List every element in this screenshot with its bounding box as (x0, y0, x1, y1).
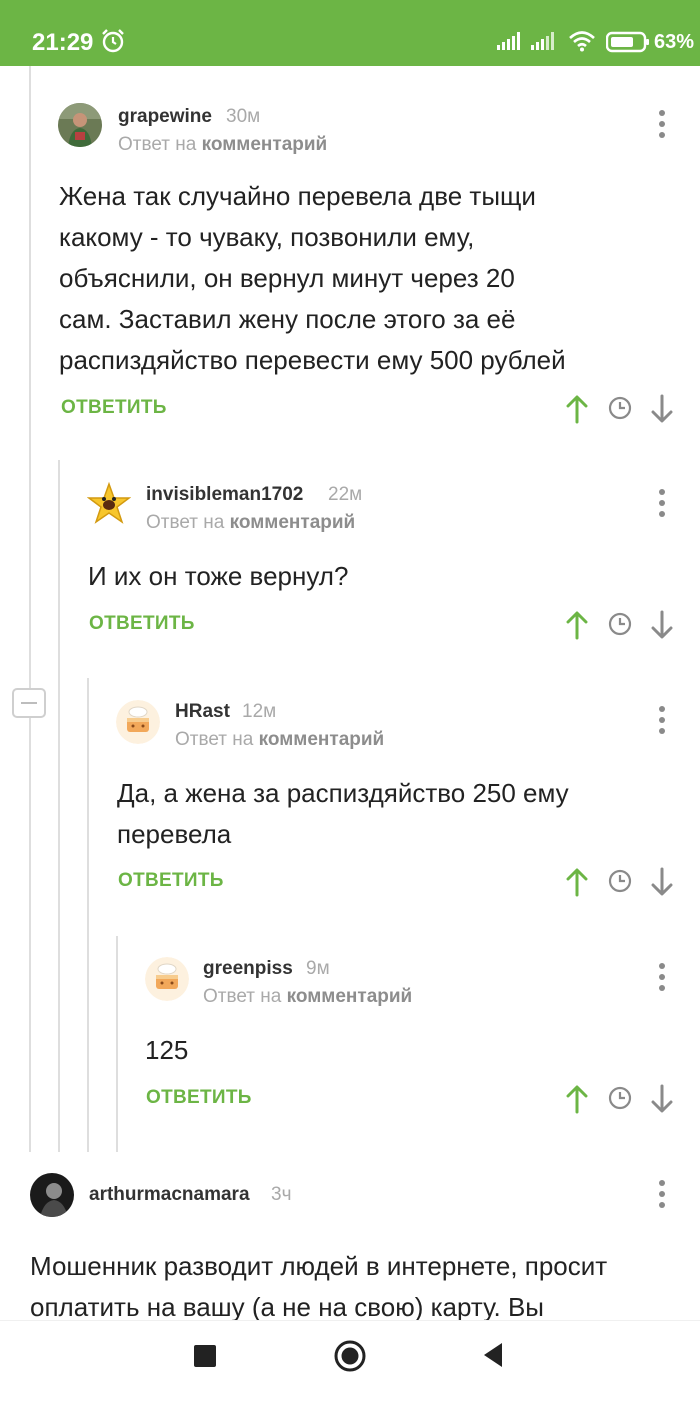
comment-time: 3ч (271, 1184, 292, 1205)
comment-body: Да, а жена за распиздяйство 250 ему пере… (117, 773, 569, 855)
star-avatar-image (87, 482, 131, 524)
comment-line: сам. Заставил жену после этого за её (59, 304, 516, 334)
clock-icon[interactable] (608, 1086, 632, 1110)
reply-to-link[interactable]: комментарий (202, 134, 328, 155)
cake-avatar-image (145, 957, 189, 1001)
username[interactable]: arthurmacnamara (89, 1184, 250, 1206)
reply-to: Ответ на комментарий (175, 729, 384, 751)
avatar[interactable] (116, 700, 160, 744)
alarm-icon (102, 29, 124, 53)
thread-line (29, 66, 31, 1152)
recent-apps-button[interactable] (194, 1345, 216, 1367)
thread-line (87, 678, 89, 1152)
reply-to: Ответ на комментарий (203, 986, 412, 1008)
battery-icon (606, 31, 649, 53)
status-time: 21:29 (32, 29, 94, 56)
avatar[interactable] (58, 103, 102, 147)
upvote-arrow-icon[interactable] (566, 394, 588, 424)
avatar[interactable] (145, 957, 189, 1001)
clock-icon[interactable] (608, 869, 632, 893)
upvote-arrow-icon[interactable] (566, 867, 588, 897)
comment-time: 30м (226, 106, 261, 127)
comment-time: 12м (242, 701, 277, 722)
signal-icon (497, 32, 520, 50)
reply-to-link[interactable]: комментарий (230, 512, 356, 533)
more-options-icon[interactable] (657, 1179, 667, 1209)
comment-body: Жена так случайно перевела две тыщи како… (59, 176, 566, 381)
reply-to-link[interactable]: комментарий (287, 986, 413, 1007)
comment-line: какому - то чуваку, позвонили ему, (59, 222, 475, 252)
back-button[interactable] (482, 1341, 504, 1369)
comment-time: 9м (306, 958, 330, 979)
signal-icon-2 (531, 32, 554, 50)
upvote-arrow-icon[interactable] (566, 1084, 588, 1114)
clock-icon[interactable] (608, 396, 632, 420)
battery-level: 63% (654, 31, 695, 53)
more-options-icon[interactable] (657, 109, 667, 139)
username[interactable]: grapewine (118, 106, 212, 128)
avatar[interactable] (87, 482, 131, 526)
comment-body: 125 (145, 1030, 188, 1071)
comment-time: 22м (328, 484, 363, 505)
comment-line: распиздяйство перевести ему 500 рублей (59, 345, 566, 375)
collapse-thread-button[interactable] (12, 688, 46, 718)
reply-button[interactable]: ОТВЕТИТЬ (61, 397, 167, 419)
comment-line: Жена так случайно перевела две тыщи (59, 181, 536, 211)
more-options-icon[interactable] (657, 705, 667, 735)
downvote-arrow-icon[interactable] (651, 1084, 673, 1114)
home-button[interactable] (333, 1339, 367, 1373)
comment-line: Мошенник разводит людей в интернете, про… (30, 1251, 608, 1281)
downvote-arrow-icon[interactable] (651, 867, 673, 897)
reply-to-prefix: Ответ на (118, 134, 197, 155)
reply-button[interactable]: ОТВЕТИТЬ (118, 870, 224, 892)
downvote-arrow-icon[interactable] (651, 610, 673, 640)
comment-line: объяснили, он вернул минут через 20 (59, 263, 515, 293)
cake-avatar-image (116, 700, 160, 744)
more-options-icon[interactable] (657, 962, 667, 992)
clock-icon[interactable] (608, 612, 632, 636)
reply-to-prefix: Ответ на (203, 986, 282, 1007)
reply-to-prefix: Ответ на (175, 729, 254, 750)
reply-to: Ответ на комментарий (118, 134, 327, 156)
reply-to-link[interactable]: комментарий (259, 729, 385, 750)
username[interactable]: HRast (175, 701, 230, 723)
reply-button[interactable]: ОТВЕТИТЬ (146, 1087, 252, 1109)
reply-button[interactable]: ОТВЕТИТЬ (89, 613, 195, 635)
navigation-bar (0, 1320, 700, 1405)
comment-body: Мошенник разводит людей в интернете, про… (30, 1246, 607, 1328)
comment-body: И их он тоже вернул? (88, 556, 348, 597)
comment-line: И их он тоже вернул? (88, 561, 349, 591)
downvote-arrow-icon[interactable] (651, 394, 673, 424)
status-bar: 21:29 63% (0, 0, 700, 66)
reply-to: Ответ на комментарий (146, 512, 355, 534)
comment-line: перевела (117, 819, 232, 849)
username[interactable]: invisibleman1702 (146, 484, 303, 506)
wifi-icon (569, 31, 595, 52)
reply-to-prefix: Ответ на (146, 512, 225, 533)
avatar[interactable] (30, 1173, 74, 1217)
thread-line (116, 936, 118, 1152)
photo-avatar-image (58, 103, 102, 147)
username[interactable]: greenpiss (203, 958, 293, 980)
more-options-icon[interactable] (657, 488, 667, 518)
comment-line: 125 (145, 1035, 189, 1065)
comment-line: Да, а жена за распиздяйство 250 ему (117, 778, 569, 808)
dark-photo-avatar-image (30, 1173, 74, 1217)
upvote-arrow-icon[interactable] (566, 610, 588, 640)
thread-line (58, 460, 60, 1152)
